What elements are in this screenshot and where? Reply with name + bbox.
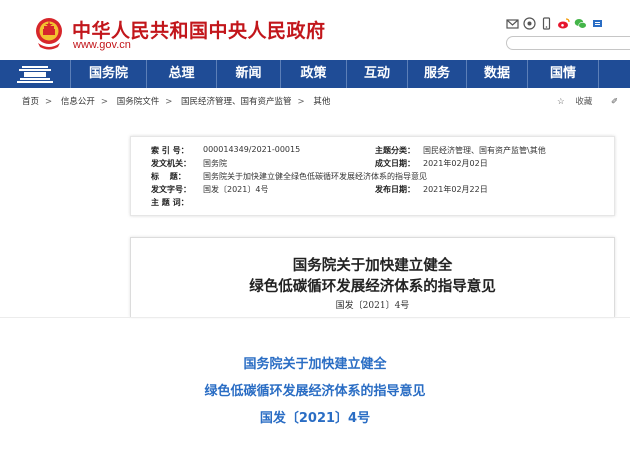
breadcrumb-home[interactable]: 首页 — [22, 97, 39, 107]
title-label: 标 题： — [151, 172, 186, 181]
created-value: 2021年02月02日 — [423, 159, 488, 168]
mail-icon[interactable] — [506, 17, 519, 30]
main-nav: 国务院 总理 新闻 政策 互动 服务 数据 国情 — [0, 60, 630, 88]
index-label: 索 引 号： — [151, 146, 189, 155]
nav-item-interaction[interactable]: 互动 — [347, 60, 407, 88]
breadcrumb-separator: > — [45, 97, 53, 107]
breadcrumb-state-council-docs[interactable]: 国务院文件 — [117, 97, 160, 107]
docno-value: 国发〔2021〕4号 — [203, 185, 269, 194]
subject-label: 主 题 词： — [151, 198, 189, 207]
document-metadata: 索 引 号： 000014349/2021-00015 主题分类： 国民经济管理… — [130, 136, 615, 216]
caption-line3: 国发〔2021〕4号 — [259, 411, 371, 426]
home-nav-icon[interactable] — [0, 60, 70, 88]
breadcrumb: 首页 > 信息公开 > 国务院文件 > 国民经济管理、国有资产监管 > 其他 — [22, 95, 336, 107]
nav-item-data[interactable]: 数据 — [467, 60, 527, 88]
caption-line1: 国务院关于加快建立健全 — [243, 357, 387, 372]
document-title-line1: 国务院关于加快建立健全 — [292, 257, 453, 274]
breadcrumb-info-public[interactable]: 信息公开 — [61, 97, 95, 107]
published-label: 发布日期： — [375, 185, 415, 194]
wechat-icon[interactable] — [574, 17, 587, 30]
mobile-icon[interactable] — [540, 17, 553, 30]
category-label: 主题分类： — [375, 146, 415, 155]
section-divider — [0, 317, 630, 318]
docno-label: 发文字号： — [151, 185, 191, 194]
nav-item-policy[interactable]: 政策 — [281, 60, 346, 88]
edit-icon[interactable]: ✐ — [611, 97, 618, 107]
document-number: 国发〔2021〕4号 — [335, 301, 410, 311]
top-icon-bar — [506, 17, 604, 30]
category-value: 国民经济管理、国有资产监管\其他 — [423, 146, 546, 155]
created-label: 成文日期： — [375, 159, 415, 168]
nav-item-premier[interactable]: 总理 — [147, 60, 216, 88]
weibo-icon[interactable] — [557, 17, 570, 30]
site-url[interactable]: www.gov.cn — [73, 39, 131, 51]
weibo-circle-icon[interactable] — [523, 17, 536, 30]
search-input[interactable] — [506, 36, 630, 50]
nav-item-national-info[interactable]: 国情 — [528, 60, 598, 88]
breadcrumb-other[interactable]: 其他 — [313, 97, 330, 107]
breadcrumb-separator: > — [165, 97, 173, 107]
title-value: 国务院关于加快建立健全绿色低碳循环发展经济体系的指导意见 — [203, 172, 427, 181]
favorite-label: 收藏 — [575, 97, 593, 107]
nav-item-service[interactable]: 服务 — [408, 60, 466, 88]
favorite-button[interactable]: ☆ 收藏 — [557, 97, 600, 107]
star-icon: ☆ — [557, 97, 565, 107]
nav-item-news[interactable]: 新闻 — [217, 60, 280, 88]
nav-divider — [598, 60, 599, 88]
document-card: 国务院关于加快建立健全 绿色低碳循环发展经济体系的指导意见 国发〔2021〕4号 — [130, 237, 615, 317]
issuer-label: 发文机关： — [151, 159, 191, 168]
nav-item-state-council[interactable]: 国务院 — [71, 60, 146, 88]
document-title-line2: 绿色低碳循环发展经济体系的指导意见 — [249, 278, 496, 295]
caption-line2: 绿色低碳循环发展经济体系的指导意见 — [204, 384, 426, 399]
issuer-value: 国务院 — [203, 159, 227, 168]
published-value: 2021年02月22日 — [423, 185, 488, 194]
breadcrumb-separator: > — [297, 97, 305, 107]
index-value: 000014349/2021-00015 — [203, 145, 301, 154]
page-tools: ☆ 收藏 ✐ — [557, 95, 626, 107]
breadcrumb-economy[interactable]: 国民经济管理、国有资产监管 — [181, 97, 292, 107]
breadcrumb-separator: > — [100, 97, 108, 107]
more-icon[interactable] — [591, 17, 604, 30]
national-emblem-icon[interactable] — [34, 15, 64, 51]
